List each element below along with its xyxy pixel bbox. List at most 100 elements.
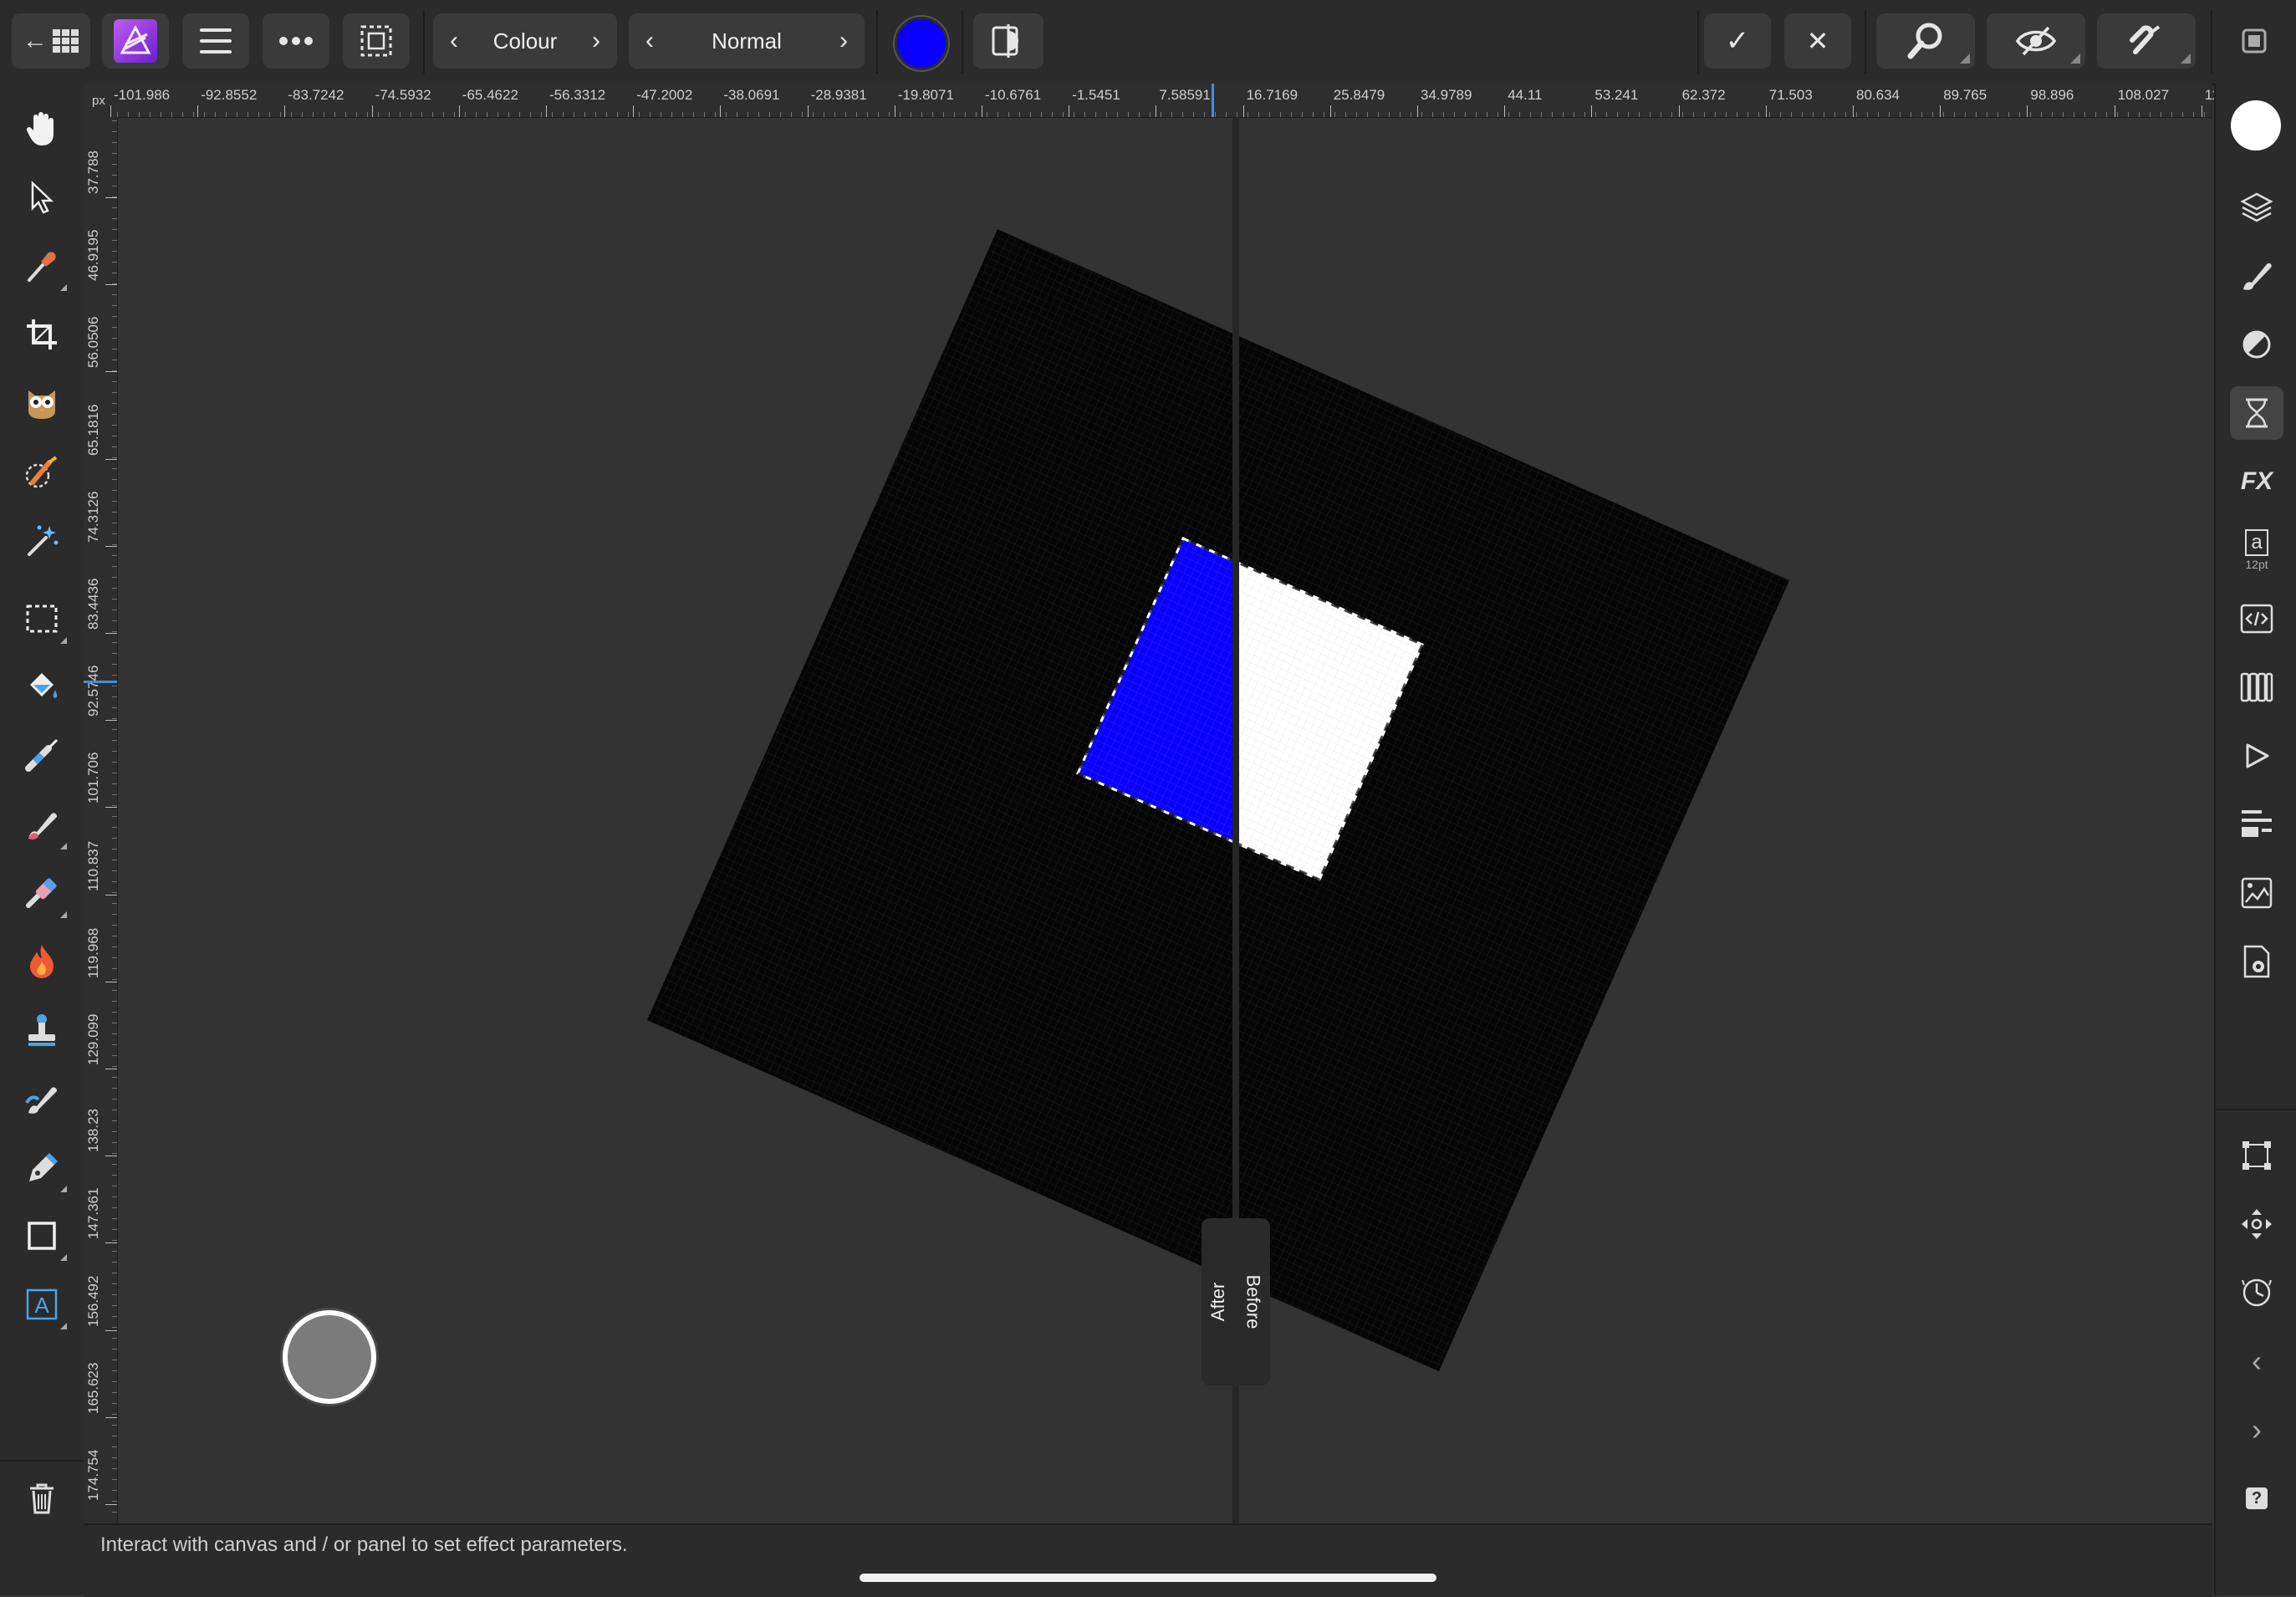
command-controller-button[interactable] xyxy=(283,1310,376,1404)
macros-panel-button[interactable] xyxy=(2230,592,2283,645)
menu-button[interactable] xyxy=(182,13,249,69)
text-style-icon: a xyxy=(2245,529,2268,556)
ruler-minor-tick xyxy=(1454,112,1455,117)
text-tool[interactable]: A xyxy=(15,1278,69,1331)
view-tool[interactable] xyxy=(15,102,69,156)
move-tool[interactable] xyxy=(15,171,69,224)
hamburger-icon xyxy=(200,28,232,54)
next-button[interactable]: › xyxy=(2230,1403,2283,1457)
ruler-minor-tick xyxy=(1606,112,1607,117)
blend-normal-selector[interactable]: ‹ Normal › xyxy=(629,13,865,69)
ruler-minor-tick xyxy=(1421,112,1422,117)
ruler-minor-tick xyxy=(1834,112,1835,117)
navigator-panel-button[interactable] xyxy=(2230,729,2283,783)
view-mode-button[interactable] xyxy=(1987,13,2085,69)
ruler-tick-mark xyxy=(1765,105,1767,117)
back-to-gallery-button[interactable]: ← xyxy=(12,13,90,69)
colour-picker-tool[interactable] xyxy=(15,239,69,293)
burn-brush-tool[interactable] xyxy=(15,935,69,988)
home-indicator[interactable] xyxy=(860,1574,1436,1582)
colour-swatch[interactable] xyxy=(895,17,948,70)
chevron-right-icon[interactable]: › xyxy=(823,13,865,69)
eraser-icon xyxy=(26,878,57,908)
ruler-minor-tick xyxy=(112,544,117,545)
snapping-button[interactable] xyxy=(2097,13,2196,69)
red-eye-tool[interactable] xyxy=(15,376,69,430)
channels-panel-button[interactable] xyxy=(2230,866,2283,920)
flood-fill-tool[interactable] xyxy=(15,661,69,714)
effects-panel-button[interactable]: FX xyxy=(2230,455,2283,508)
vertical-ruler[interactable]: 37.788 46.9195 56.0506 65.1816 74.3126 83.443… xyxy=(84,117,118,1593)
ruler-minor-tick xyxy=(1182,112,1183,117)
brushes-panel-button[interactable] xyxy=(2230,249,2283,303)
chevron-right-icon[interactable]: › xyxy=(575,13,617,69)
help-button[interactable]: ? xyxy=(2230,1472,2283,1525)
cancel-button[interactable]: ✕ xyxy=(1784,13,1851,69)
primary-colour-swatch[interactable] xyxy=(2231,100,2281,151)
syringe-brush-icon xyxy=(25,738,59,772)
ruler-minor-tick xyxy=(791,112,792,117)
healing-brush-tool[interactable] xyxy=(15,1072,69,1125)
blend-mode-selector[interactable]: ‹ Colour › xyxy=(433,13,617,69)
ruler-tick-mark xyxy=(2027,105,2028,117)
persona-switcher-button[interactable] xyxy=(102,13,169,69)
chevron-left-icon[interactable]: ‹ xyxy=(433,13,475,69)
ruler-minor-tick xyxy=(112,1501,117,1502)
ruler-tick-label: -65.4622 xyxy=(462,87,518,103)
selection-brush-tool[interactable] xyxy=(15,445,69,498)
erase-brush-tool[interactable] xyxy=(15,866,69,920)
rotate-button[interactable] xyxy=(2230,1266,2283,1319)
pen-tool[interactable] xyxy=(15,1140,69,1194)
ruler-minor-tick xyxy=(112,925,117,926)
ruler-minor-tick xyxy=(112,849,117,850)
ruler-minor-tick xyxy=(112,805,117,806)
fullscreen-button[interactable] xyxy=(2227,13,2281,69)
ruler-minor-tick xyxy=(1313,112,1314,117)
move-nudge-button[interactable] xyxy=(2230,1197,2283,1251)
ruler-tick-mark xyxy=(105,1416,117,1418)
crop-tool[interactable] xyxy=(15,308,69,361)
ruler-minor-tick xyxy=(932,112,933,117)
zoom-button[interactable] xyxy=(1876,13,1975,69)
ruler-minor-tick xyxy=(715,112,716,117)
transform-panel-button[interactable] xyxy=(2230,798,2283,851)
ruler-minor-tick xyxy=(1791,112,1792,117)
selection-button[interactable] xyxy=(343,13,410,69)
history-panel-button[interactable] xyxy=(2230,386,2283,440)
document-canvas[interactable]: After Before xyxy=(118,118,2212,1523)
previous-button[interactable]: ‹ xyxy=(2230,1334,2283,1388)
flood-select-tool[interactable] xyxy=(15,513,69,567)
swatches-panel-button[interactable] xyxy=(2230,661,2283,714)
document-settings-button[interactable] xyxy=(2230,935,2283,988)
text-styles-panel-button[interactable]: a 12pt xyxy=(2230,523,2283,577)
layers-panel-button[interactable] xyxy=(2230,181,2283,234)
apply-button[interactable]: ✓ xyxy=(1704,13,1771,69)
clone-brush-tool[interactable] xyxy=(15,1003,69,1057)
rectangular-marquee-tool[interactable] xyxy=(15,592,69,645)
ruler-minor-tick xyxy=(112,1414,117,1415)
transform-handles-button[interactable] xyxy=(2230,1129,2283,1182)
canvas-artwork[interactable] xyxy=(118,118,2212,1523)
ruler-minor-tick xyxy=(1965,112,1966,117)
ruler-minor-tick xyxy=(112,327,117,328)
ruler-minor-tick xyxy=(112,175,117,176)
ruler-minor-tick xyxy=(112,1207,117,1208)
ruler-tick-mark xyxy=(197,105,199,117)
ruler-minor-tick xyxy=(921,112,922,117)
ruler-minor-tick xyxy=(2171,112,2172,117)
magnet-icon xyxy=(2130,25,2161,54)
mesh-warp-tool[interactable] xyxy=(15,729,69,783)
split-view-button[interactable] xyxy=(973,13,1043,69)
paint-brush-tool[interactable] xyxy=(15,798,69,851)
ruler-minor-tick xyxy=(1584,112,1585,117)
ruler-tick-label: 156.492 xyxy=(85,1275,101,1327)
split-handle[interactable]: After Before xyxy=(1202,1218,1270,1385)
more-options-button[interactable] xyxy=(263,13,329,69)
chevron-left-icon[interactable]: ‹ xyxy=(629,13,671,69)
rectangle-tool[interactable] xyxy=(15,1209,69,1263)
ruler-minor-tick xyxy=(617,112,618,117)
ruler-minor-tick xyxy=(112,1066,117,1067)
delete-button[interactable] xyxy=(15,1472,69,1525)
adjustments-panel-button[interactable] xyxy=(2230,318,2283,371)
horizontal-ruler[interactable]: px -101.986 -92.8552 -83.7242 -74.5932 -65.4… xyxy=(84,84,2227,118)
